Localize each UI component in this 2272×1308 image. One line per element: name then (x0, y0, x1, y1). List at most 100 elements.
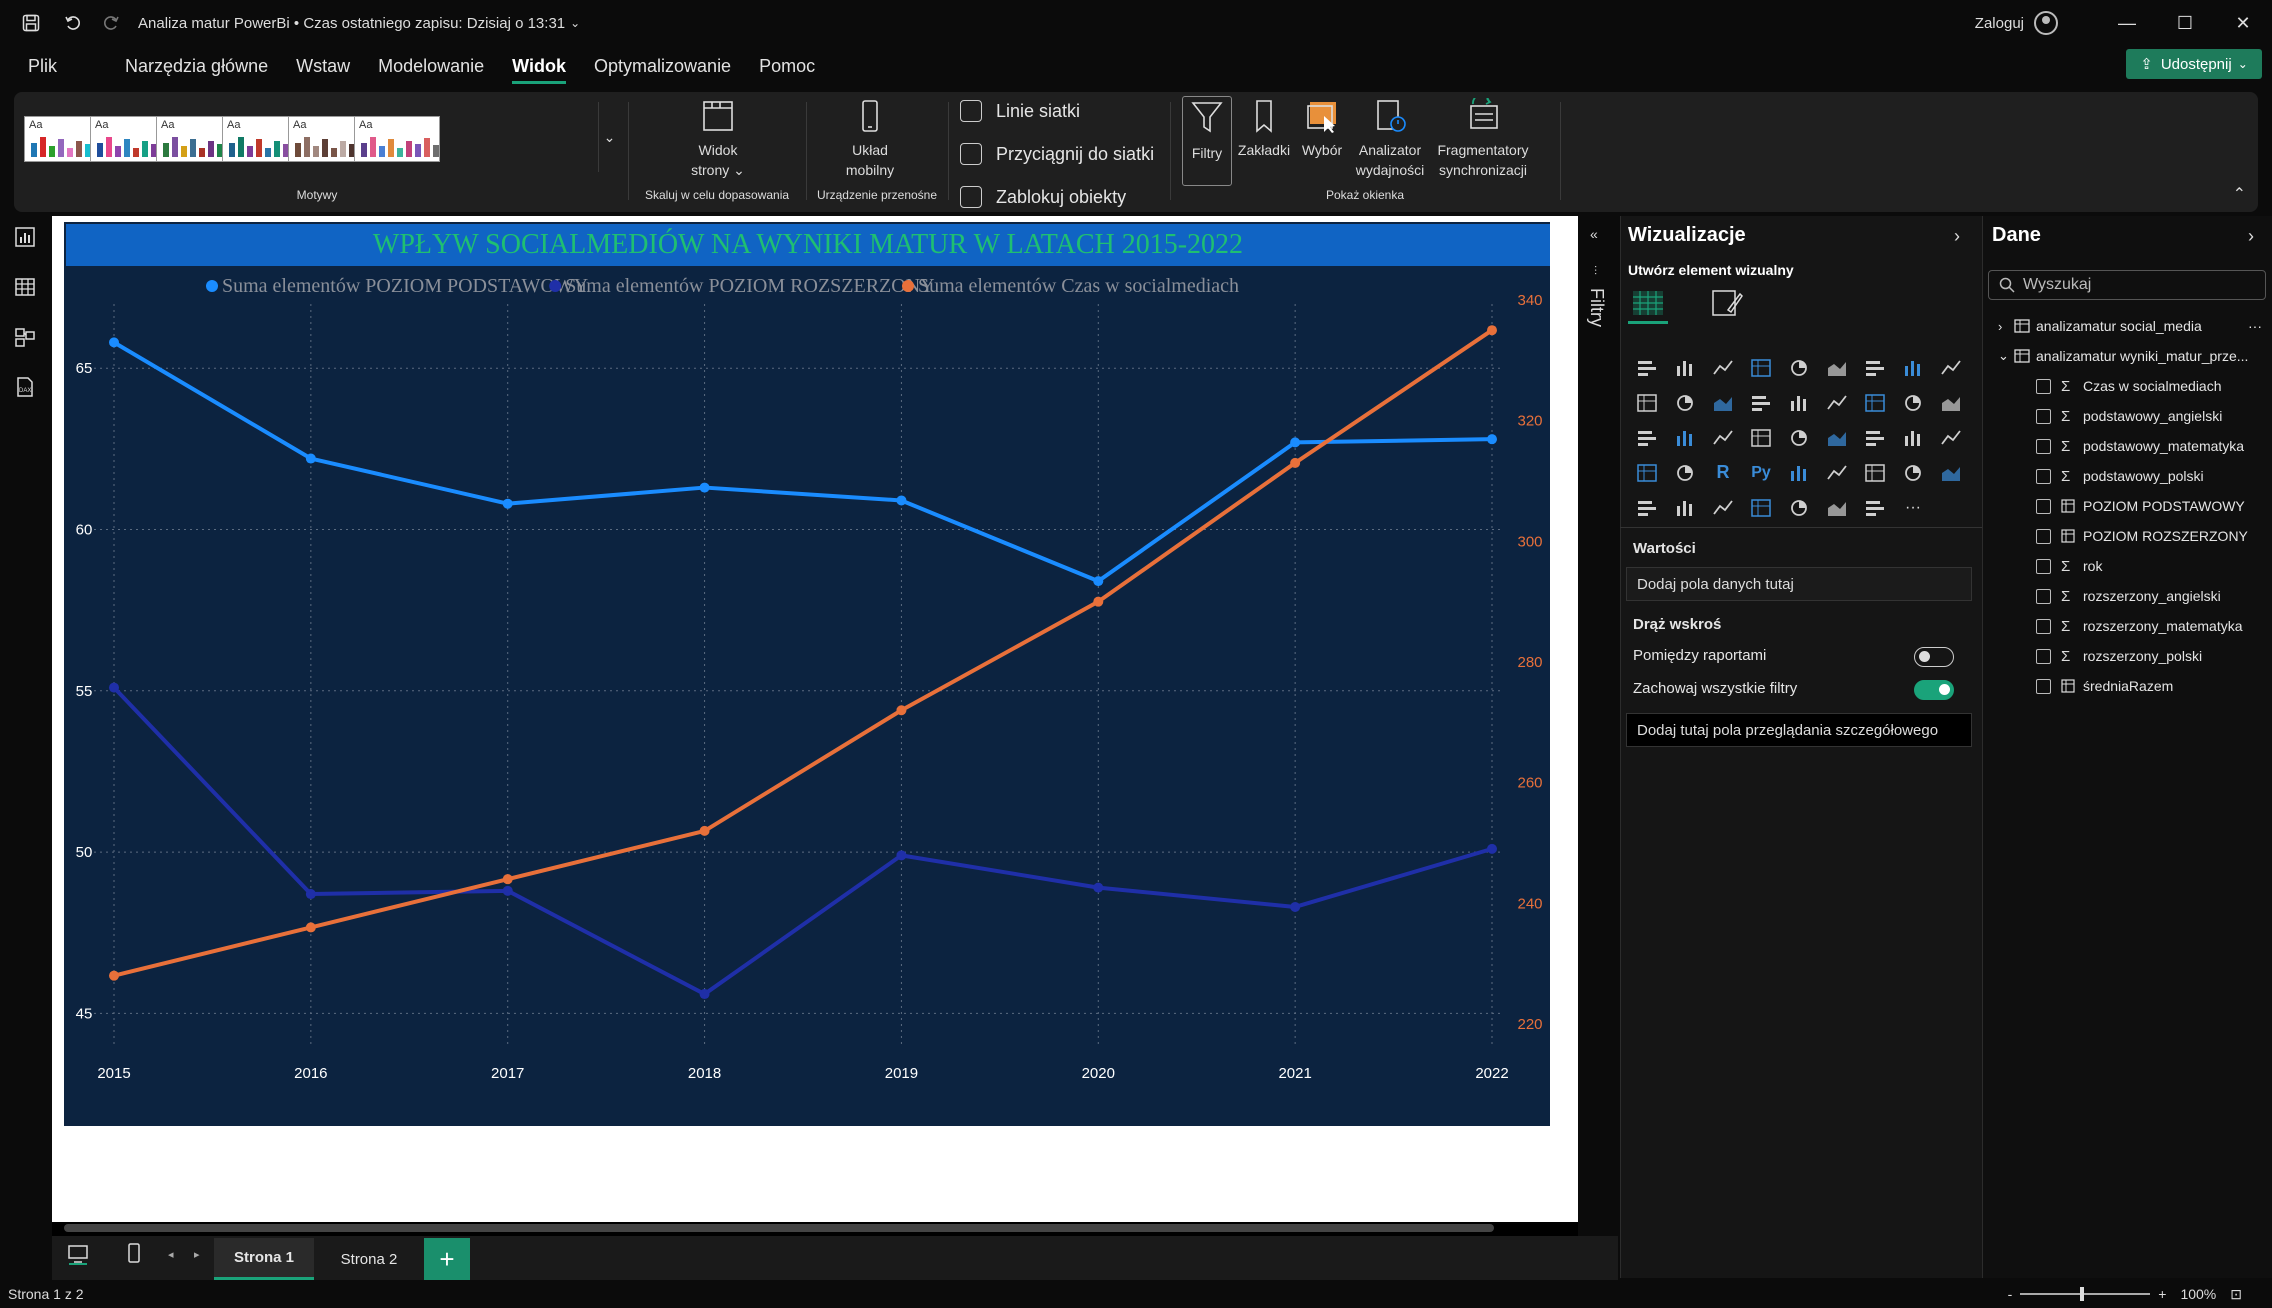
collapse-ribbon-icon[interactable]: ⌃ (2233, 184, 2246, 204)
filters-pane-button[interactable]: Filtry (1182, 96, 1232, 186)
azure-map-icon[interactable] (1742, 420, 1780, 455)
scatter-icon[interactable] (1856, 385, 1894, 420)
field-checkbox[interactable] (2036, 438, 2051, 454)
decomposition-tree-icon[interactable] (1818, 455, 1856, 490)
line-column-icon[interactable] (1666, 385, 1704, 420)
line-clustered-icon[interactable] (1704, 385, 1742, 420)
field-item[interactable]: Σpodstawowy_angielski (2036, 401, 2222, 431)
undo-icon[interactable] (58, 8, 88, 38)
report-view-icon[interactable] (0, 212, 50, 262)
narrative-icon[interactable] (1894, 455, 1932, 490)
waterfall-icon[interactable] (1780, 385, 1818, 420)
values-well[interactable]: Dodaj pola danych tutaj (1626, 567, 1972, 601)
qa-icon[interactable] (1856, 455, 1894, 490)
clustered-column-icon[interactable] (1742, 350, 1780, 385)
next-page-icon[interactable]: ▸ (194, 1248, 200, 1261)
expand-filters-icon[interactable]: « (1590, 226, 1598, 242)
gauge-icon[interactable] (1780, 420, 1818, 455)
field-item[interactable]: POZIOM ROZSZERZONY (2036, 521, 2248, 551)
area-chart-icon[interactable] (1894, 350, 1932, 385)
add-page-button[interactable]: + (424, 1238, 470, 1280)
maximize-button[interactable]: ☐ (2156, 0, 2214, 46)
stacked-column-icon[interactable] (1666, 350, 1704, 385)
line-chart[interactable]: Suma elementów POZIOM PODSTAWOWYSuma ele… (64, 268, 1550, 1108)
treemap-icon[interactable] (1628, 420, 1666, 455)
page-view-button[interactable]: Widok strony ⌄ (668, 98, 768, 180)
funnel-icon[interactable] (1818, 385, 1856, 420)
stacked-area-icon[interactable] (1932, 350, 1970, 385)
map-icon[interactable] (1666, 420, 1704, 455)
bookmarks-pane-button[interactable]: Zakładki (1236, 98, 1292, 160)
menu-modelowanie[interactable]: Modelowanie (364, 46, 498, 86)
field-item[interactable]: Σrozszerzony_matematyka (2036, 611, 2243, 641)
share-button[interactable]: ⇪ Udostępnij ⌄ (2126, 49, 2262, 79)
themes-expand-icon[interactable]: ⌄ (598, 102, 620, 172)
field-checkbox[interactable] (2036, 468, 2051, 484)
checkbox[interactable] (960, 143, 982, 165)
chevron-right-icon[interactable]: › (1998, 319, 2014, 334)
performance-analyzer-button[interactable]: Analizator wydajności (1350, 98, 1430, 180)
field-item[interactable]: Σpodstawowy_matematyka (2036, 431, 2244, 461)
page-tab-2[interactable]: Strona 2 (318, 1238, 420, 1280)
trophy-icon[interactable] (1628, 490, 1666, 525)
field-item[interactable]: Σrozszerzony_angielski (2036, 581, 2221, 611)
python-visual-icon[interactable]: Py (1742, 455, 1780, 490)
chevron-down-icon[interactable]: ⌄ (565, 8, 585, 38)
close-button[interactable]: ✕ (2214, 0, 2272, 46)
gridlines-checkbox[interactable]: Linie siatki (960, 100, 1080, 122)
field-checkbox[interactable] (2036, 378, 2051, 394)
field-checkbox[interactable] (2036, 558, 2051, 574)
100-column-icon[interactable] (1818, 350, 1856, 385)
field-checkbox[interactable] (2036, 618, 2051, 634)
checkbox[interactable] (960, 100, 982, 122)
field-checkbox[interactable] (2036, 588, 2051, 604)
stacked-bar-icon[interactable] (1628, 350, 1666, 385)
field-checkbox[interactable] (2036, 678, 2051, 694)
multi-card-icon[interactable] (1856, 420, 1894, 455)
ribbon-icon[interactable] (1742, 385, 1780, 420)
cross-report-toggle[interactable] (1914, 647, 1954, 667)
table-icon[interactable] (1628, 455, 1666, 490)
paginated-icon[interactable] (1932, 455, 1970, 490)
table-view-icon[interactable] (0, 262, 50, 312)
zoom-out-button[interactable]: - (2008, 1286, 2013, 1302)
menu-widok[interactable]: Widok (498, 46, 580, 86)
field-item[interactable]: Σrok (2036, 551, 2102, 581)
collapse-visualizations-icon[interactable]: › (1954, 226, 1960, 247)
menu-pomoc[interactable]: Pomoc (745, 46, 829, 86)
field-item[interactable]: POZIOM PODSTAWOWY (2036, 491, 2245, 521)
drill-through-well[interactable]: Dodaj tutaj pola przeglądania szczegółow… (1626, 713, 1972, 747)
power-apps-icon[interactable] (1704, 490, 1742, 525)
metrics-icon[interactable] (1780, 490, 1818, 525)
field-item[interactable]: Σrozszerzony_polski (2036, 641, 2202, 671)
fit-page-icon[interactable]: ⊡ (2230, 1286, 2242, 1303)
donut-icon[interactable] (1932, 385, 1970, 420)
snap-to-grid-checkbox[interactable]: Przyciągnij do siatki (960, 143, 1154, 165)
kpi-icon[interactable] (1894, 420, 1932, 455)
field-checkbox[interactable] (2036, 498, 2051, 514)
powerpoint-icon[interactable] (1856, 490, 1894, 525)
filled-map-icon[interactable] (1704, 420, 1742, 455)
menu-plik[interactable]: Plik (14, 46, 71, 86)
format-visual-tab[interactable] (1710, 288, 1744, 323)
filters-pane-collapsed[interactable]: « ⫶ (1578, 216, 1618, 1236)
filters-label[interactable]: Filtry (1586, 288, 1607, 327)
desktop-layout-icon[interactable] (66, 1242, 90, 1271)
model-view-icon[interactable] (0, 312, 50, 362)
horizontal-scrollbar[interactable] (64, 1224, 1494, 1232)
zoom-in-button[interactable]: + (2158, 1286, 2166, 1302)
100-bar-icon[interactable] (1780, 350, 1818, 385)
save-icon[interactable] (16, 8, 46, 38)
matrix-icon[interactable] (1666, 455, 1704, 490)
zoom-slider[interactable] (2020, 1287, 2151, 1301)
minimize-button[interactable]: — (2098, 0, 2156, 46)
mobile-layout-button[interactable]: Układ mobilny (820, 98, 920, 180)
key-influencers-icon[interactable] (1780, 455, 1818, 490)
diamond-icon[interactable] (1818, 490, 1856, 525)
lock-objects-checkbox[interactable]: Zablokuj obiekty (960, 186, 1126, 208)
redo-icon[interactable] (96, 8, 126, 38)
chevron-down-icon[interactable]: ⌄ (1998, 348, 2014, 364)
theme-thumbnail[interactable]: Aa (354, 116, 440, 162)
field-item[interactable]: Σ Czas w socialmediach (2036, 371, 2222, 401)
mobile-layout-icon[interactable] (124, 1242, 144, 1271)
